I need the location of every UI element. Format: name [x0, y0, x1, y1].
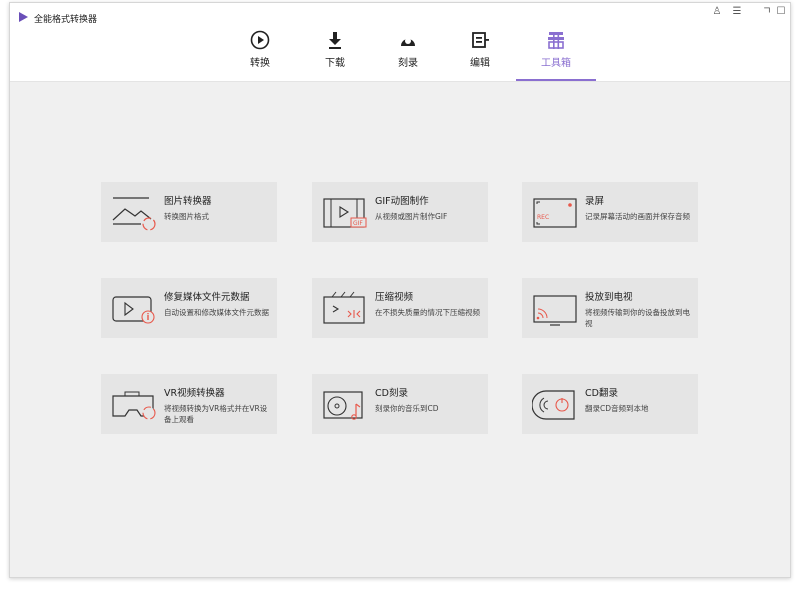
tool-description: 转换图片格式: [164, 212, 209, 221]
compress-video-icon: [323, 291, 365, 324]
tool-card-cd-burner[interactable]: CD刻录 刻录你的音乐到CD: [312, 374, 488, 434]
tool-description: 在不损失质量的情况下压缩视频: [375, 308, 480, 317]
play-circle-icon: [250, 30, 270, 50]
tab-label: 下载: [325, 58, 345, 69]
tool-description: 刻录你的音乐到CD: [375, 404, 439, 413]
tab-edit[interactable]: 编辑: [446, 27, 514, 81]
tool-card-image-converter[interactable]: 图片转换器 转换图片格式: [101, 182, 277, 242]
tool-card-video-compressor[interactable]: 压缩视频 在不损失质量的情况下压缩视频: [312, 278, 488, 338]
tool-title: 录屏: [585, 196, 605, 207]
tab-label: 转换: [250, 58, 270, 69]
tool-title: 投放到电视: [585, 292, 633, 303]
metadata-fix-icon: [112, 296, 155, 324]
vr-convert-icon: [112, 391, 156, 420]
tool-title: VR视频转换器: [164, 388, 225, 399]
edit-icon: [472, 32, 489, 48]
svg-text:GIF: GIF: [353, 220, 363, 227]
tab-label: 编辑: [470, 58, 490, 69]
tool-card-cd-ripper[interactable]: CD翻录 翻录CD音频到本地: [522, 374, 698, 434]
tab-toolbox[interactable]: 工具箱: [516, 27, 596, 81]
gif-maker-icon: GIF: [323, 198, 367, 228]
tool-description: 从视频或图片制作GIF: [375, 212, 448, 221]
tool-card-screen-recorder[interactable]: REC 录屏 记录屏幕活动的画面并保存音频: [522, 182, 698, 242]
tool-card-gif-maker[interactable]: GIF GIF动图制作 从视频或图片制作GIF: [312, 182, 488, 242]
tool-description: 翻录CD音频到本地: [585, 404, 649, 413]
main-tabs: 转换 下载 刻录 编辑 工具箱: [10, 3, 790, 81]
toolbox-icon: [548, 32, 564, 49]
cd-burn-icon: [323, 391, 363, 420]
cast-tv-icon: [533, 295, 577, 326]
tool-description: 将视频转换为VR格式并在VR设备上观看: [164, 404, 268, 424]
record-icon: [401, 38, 415, 46]
tool-description: 自动设置和修改媒体文件元数据: [164, 308, 269, 317]
tool-card-metadata-fixer[interactable]: 修复媒体文件元数据 自动设置和修改媒体文件元数据: [101, 278, 277, 338]
tool-title: 修复媒体文件元数据: [164, 292, 250, 303]
tab-label: 刻录: [398, 58, 418, 69]
app-window: 全能格式转换器 ♙ ☰ ㄱ ☐ 转换 下载 刻录 编辑 工具箱 图片转换器 转换…: [9, 2, 791, 578]
tab-label: 工具箱: [541, 58, 571, 69]
tool-card-vr-converter[interactable]: VR视频转换器 将视频转换为VR格式并在VR设备上观看: [101, 374, 277, 434]
tab-burn[interactable]: 刻录: [374, 27, 442, 81]
tool-description: 将视频传输到你的设备投放到电视: [585, 308, 690, 328]
tab-download[interactable]: 下载: [301, 27, 369, 81]
title-bar: 全能格式转换器 ♙ ☰ ㄱ ☐ 转换 下载 刻录 编辑 工具箱: [10, 3, 790, 82]
download-icon: [329, 32, 341, 49]
tool-title: 压缩视频: [375, 292, 414, 303]
svg-text:REC: REC: [537, 214, 549, 221]
screen-record-icon: REC: [533, 198, 577, 228]
tool-title: GIF动图制作: [375, 196, 429, 207]
tab-convert[interactable]: 转换: [226, 27, 294, 81]
tool-description: 记录屏幕活动的画面并保存音频: [585, 212, 690, 221]
image-convert-icon: [112, 197, 156, 231]
tool-title: CD翻录: [585, 388, 618, 399]
tool-title: 图片转换器: [164, 196, 212, 207]
tool-card-cast-to-tv[interactable]: 投放到电视 将视频传输到你的设备投放到电视: [522, 278, 698, 338]
tool-title: CD刻录: [375, 388, 408, 399]
cd-rip-icon: [532, 390, 575, 420]
